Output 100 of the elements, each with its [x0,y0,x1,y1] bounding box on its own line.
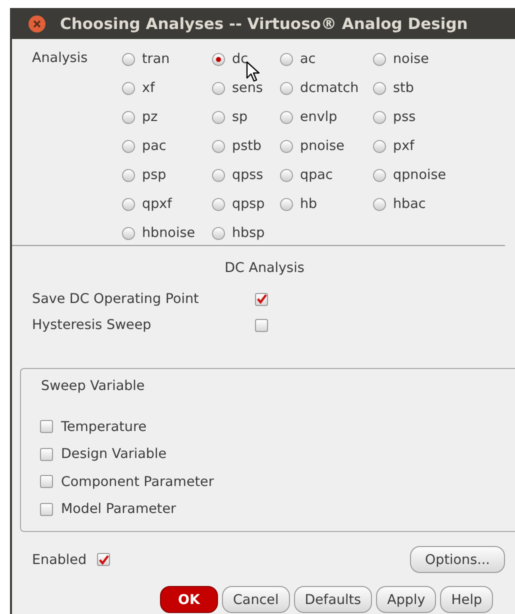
checkbox[interactable] [96,553,110,566]
radio-label: ac [300,51,316,67]
radio-option[interactable]: sp [212,108,280,126]
checkbox[interactable] [40,502,53,516]
radio-button[interactable] [280,168,293,182]
radio-label: tran [142,51,170,67]
radio-option[interactable]: qpnoise [373,166,473,184]
checkbox-label: Design Variable [61,446,167,462]
radio-label: hbsp [232,225,265,241]
radio-label: pac [142,138,166,154]
option-label: Hysteresis Sweep [32,317,152,333]
radio-button[interactable] [373,82,386,94]
close-icon[interactable] [28,14,46,32]
option-label: Save DC Operating Point [32,291,200,307]
radio-button[interactable] [373,110,386,124]
radio-label: stb [393,80,414,96]
radio-option[interactable]: pz [122,108,212,126]
checkbox-label: Component Parameter [61,474,214,490]
radio-button[interactable] [280,52,293,66]
checkbox[interactable] [40,475,53,488]
window-title: Choosing Analyses -- Virtuoso® Analog Design [60,14,468,32]
radio-label: pnoise [300,138,344,154]
radio-button[interactable] [122,82,135,94]
radio-label: hbac [393,196,426,212]
radio-button[interactable] [373,52,386,66]
radio-label: pss [393,109,416,125]
radio-option[interactable]: tran [122,50,212,68]
radio-option[interactable]: envlp [280,108,373,126]
radio-button[interactable] [280,110,293,124]
radio-button[interactable] [280,198,293,210]
radio-option[interactable]: pstb [212,137,280,155]
dialog-button[interactable]: OK [160,586,218,613]
radio-label: pstb [232,138,262,154]
options-button[interactable]: Options... [410,546,505,573]
radio-button[interactable] [373,140,386,152]
radio-label: xf [142,80,155,96]
radio-option[interactable]: dcmatch [280,79,373,97]
radio-button[interactable] [212,226,225,240]
radio-option[interactable]: pss [373,108,473,126]
radio-option[interactable]: qpss [212,166,280,184]
checkbox[interactable] [255,318,268,332]
radio-button[interactable] [373,198,386,210]
radio-button[interactable] [212,52,225,66]
radio-label: sp [232,109,248,125]
radio-option[interactable]: qpac [280,166,373,184]
radio-option[interactable]: hbnoise [122,224,212,242]
checkbox[interactable] [40,448,53,461]
radio-option[interactable]: hb [280,195,373,213]
radio-option[interactable]: sens [212,79,280,97]
dialog-button[interactable]: Apply [376,586,436,613]
radio-label: psp [142,167,166,183]
radio-label: pz [142,109,158,125]
radio-option[interactable]: pac [122,137,212,155]
radio-button[interactable] [212,198,225,210]
radio-button[interactable] [122,168,135,182]
radio-option[interactable]: hbac [373,195,473,213]
radio-option[interactable]: dc [212,50,280,68]
radio-option[interactable]: noise [373,50,473,68]
radio-button[interactable] [122,52,135,66]
mouse-cursor-icon [246,61,260,83]
analysis-label: Analysis [32,50,89,68]
dialog-button[interactable]: Defaults [294,586,372,613]
radio-option[interactable]: qpxf [122,195,212,213]
radio-option[interactable]: qpsp [212,195,280,213]
radio-label: hbnoise [142,225,196,241]
radio-label: hb [300,196,318,212]
radio-button[interactable] [212,168,225,182]
dialog-button[interactable]: Cancel [222,586,290,613]
radio-button[interactable] [122,140,135,152]
radio-label: envlp [300,109,338,125]
radio-option[interactable]: xf [122,79,212,97]
radio-option[interactable]: pxf [373,137,473,155]
radio-option[interactable]: ac [280,50,373,68]
radio-option[interactable]: stb [373,79,473,97]
radio-button[interactable] [280,82,293,94]
radio-option[interactable]: hbsp [212,224,280,242]
checkbox-label: Temperature [61,418,147,435]
checkbox[interactable] [40,420,53,434]
panel-title: Sweep Variable [41,378,146,394]
radio-label: dcmatch [300,80,359,96]
radio-button[interactable] [122,110,135,124]
radio-button[interactable] [212,82,225,94]
checkbox-label: Model Parameter [61,501,176,518]
radio-option[interactable]: pnoise [280,137,373,155]
section-title: DC Analysis [224,260,306,276]
checkbox[interactable] [255,292,268,306]
radio-option[interactable]: psp [122,166,212,184]
radio-button[interactable] [212,110,225,124]
radio-label: qpsp [232,196,265,212]
radio-button[interactable] [122,198,135,210]
radio-button[interactable] [212,140,225,152]
radio-button[interactable] [122,226,135,240]
radio-label: qpnoise [393,167,446,183]
enabled-label: Enabled [32,552,87,568]
radio-button[interactable] [280,140,293,152]
radio-button[interactable] [373,168,386,182]
dialog-button[interactable]: Help [440,586,494,613]
radio-label: qpac [300,167,333,183]
radio-label: qpxf [142,196,172,212]
radio-label: pxf [393,138,414,154]
